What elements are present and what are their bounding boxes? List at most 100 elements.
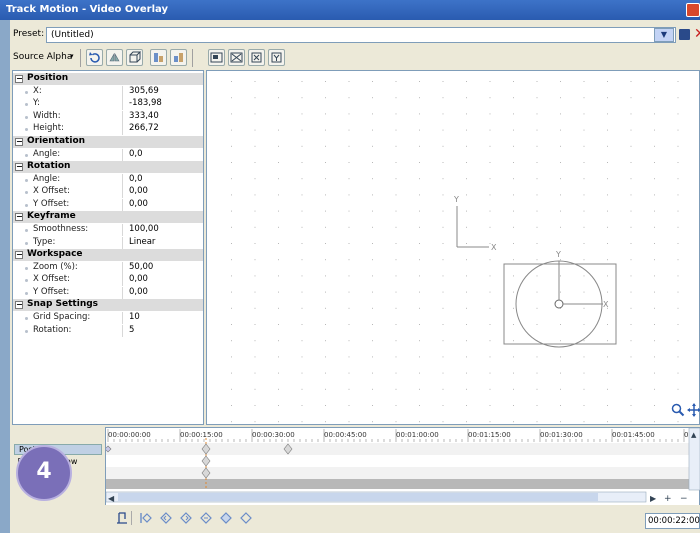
property-row[interactable]: Height: 266,72 [13, 123, 203, 136]
property-group[interactable]: − Keyframe [13, 211, 203, 224]
property-value[interactable]: 0,0 [129, 149, 203, 159]
grid-dot [278, 81, 279, 82]
3d-box-icon[interactable] [126, 49, 143, 66]
property-name: Smoothness: [13, 224, 123, 237]
toolbar-separator [131, 511, 132, 525]
add-keyframe-icon[interactable] [179, 511, 193, 528]
grid-dot [395, 307, 397, 309]
prevent-movement-icon[interactable] [228, 49, 245, 66]
collapse-icon[interactable]: − [15, 251, 23, 259]
preset-select[interactable]: (Untitled) [46, 27, 676, 43]
arrange-icon[interactable] [170, 49, 187, 66]
property-value[interactable]: -183,98 [129, 98, 203, 108]
grid-dot [677, 145, 679, 147]
property-row[interactable]: Type: Linear [13, 236, 203, 249]
property-value[interactable]: 50,00 [129, 262, 203, 272]
zoom-in-timeline-icon[interactable]: + [664, 494, 672, 504]
grid-dot [513, 145, 514, 147]
collapse-icon[interactable]: − [15, 137, 23, 146]
grid-dot [654, 324, 655, 325]
motion-workspace[interactable]: Y X Y X [206, 70, 700, 425]
property-value[interactable]: Linear [129, 237, 203, 247]
grid-dot [513, 275, 514, 277]
scroll-right-icon[interactable]: ▶ [650, 494, 657, 503]
grid-dot [583, 275, 585, 277]
collapse-icon[interactable]: − [15, 163, 23, 171]
collapse-icon[interactable]: − [15, 75, 23, 83]
grid-dot [677, 372, 679, 374]
property-value[interactable]: 333,40 [129, 111, 203, 121]
property-row[interactable]: X Offset: 0,00 [13, 186, 203, 199]
grid-dot [677, 210, 679, 212]
edit-in-object-space-icon[interactable] [208, 49, 225, 66]
next-keyframe-icon[interactable] [219, 511, 233, 528]
property-group[interactable]: − Snap Settings [13, 299, 203, 312]
property-value[interactable]: 0,00 [129, 274, 203, 284]
property-group[interactable]: − Workspace [13, 249, 203, 261]
property-row[interactable]: Y Offset: 0,00 [13, 198, 203, 211]
property-value[interactable]: 100,00 [129, 224, 203, 234]
source-alpha-dropdown[interactable]: Source Alpha [13, 52, 72, 62]
property-value[interactable]: 0,0 [129, 174, 203, 184]
property-group[interactable]: − Orientation [13, 135, 203, 148]
property-row[interactable]: Angle: 0,0 [13, 148, 203, 161]
last-keyframe-icon[interactable] [239, 511, 253, 528]
grid-dots [231, 81, 679, 423]
property-group[interactable]: − Rotation [13, 161, 203, 173]
property-row[interactable]: Width: 333,40 [13, 110, 203, 123]
grid-dot [654, 194, 655, 196]
property-value[interactable]: 305,69 [129, 86, 203, 96]
property-row[interactable]: Smoothness: 100,00 [13, 224, 203, 237]
previous-keyframe-icon[interactable] [159, 511, 173, 528]
grid-dot [301, 356, 303, 358]
scroll-up-icon[interactable]: ▲ [691, 431, 697, 439]
zoom-out-timeline-icon[interactable]: − [680, 494, 688, 504]
delete-preset-icon[interactable]: ✕ [694, 26, 700, 42]
property-row[interactable]: Rotation: 5 [13, 324, 203, 337]
lock-x-icon[interactable] [248, 49, 265, 66]
property-row[interactable]: Y Offset: 0,00 [13, 286, 203, 299]
property-row[interactable]: Y: -183,98 [13, 98, 203, 111]
overlay-frame[interactable]: Y X [503, 250, 617, 348]
first-keyframe-icon[interactable] [139, 511, 153, 528]
property-value[interactable]: 0,00 [129, 287, 203, 297]
grid-dot [301, 145, 303, 147]
property-value[interactable]: 10 [129, 312, 203, 322]
property-row[interactable]: X Offset: 0,00 [13, 274, 203, 287]
property-row[interactable]: X: 305,69 [13, 86, 203, 98]
chevron-down-icon[interactable]: ▼ [654, 28, 674, 42]
property-row[interactable]: Zoom (%): 50,00 [13, 262, 203, 274]
property-row[interactable]: Grid Spacing: 10 [13, 312, 203, 325]
align-icon[interactable] [150, 49, 167, 66]
sync-cursor-icon[interactable] [115, 511, 129, 528]
reset-icon[interactable] [86, 49, 103, 66]
lock-y-icon[interactable] [268, 49, 285, 66]
collapse-icon[interactable]: − [15, 301, 23, 310]
grid-dot [536, 388, 538, 390]
collapse-icon[interactable]: − [15, 213, 23, 222]
scroll-left-icon[interactable]: ◀ [108, 494, 115, 503]
grid-dot [489, 226, 491, 228]
scrollbar-thumb[interactable] [118, 493, 598, 501]
property-value[interactable]: 266,72 [129, 123, 203, 133]
grid-dot [466, 81, 467, 82]
grid-dot [348, 113, 350, 115]
property-row[interactable]: Angle: 0,0 [13, 174, 203, 186]
grid-dot [231, 324, 232, 325]
save-preset-icon[interactable] [679, 29, 690, 40]
mirror-icon[interactable] [106, 49, 123, 66]
property-value[interactable]: 0,00 [129, 199, 203, 209]
grid-dot [560, 243, 561, 244]
grid-dot [325, 405, 326, 406]
grid-dot [560, 340, 561, 342]
delete-keyframe-icon[interactable] [199, 511, 213, 528]
property-group[interactable]: − Position [13, 73, 203, 85]
chevron-down-icon[interactable]: ▾ [70, 52, 74, 60]
property-value[interactable]: 5 [129, 325, 203, 335]
current-time-field[interactable]: 00:00:22:00 [645, 513, 700, 529]
grid-dot [489, 405, 491, 406]
close-window-button[interactable] [686, 3, 700, 17]
grid-dot [654, 145, 655, 147]
property-value[interactable]: 0,00 [129, 186, 203, 196]
keyframe-timeline[interactable]: 00:00:00:00 00:00:15:00 00:00:30:00 00:00:4… [104, 427, 700, 507]
